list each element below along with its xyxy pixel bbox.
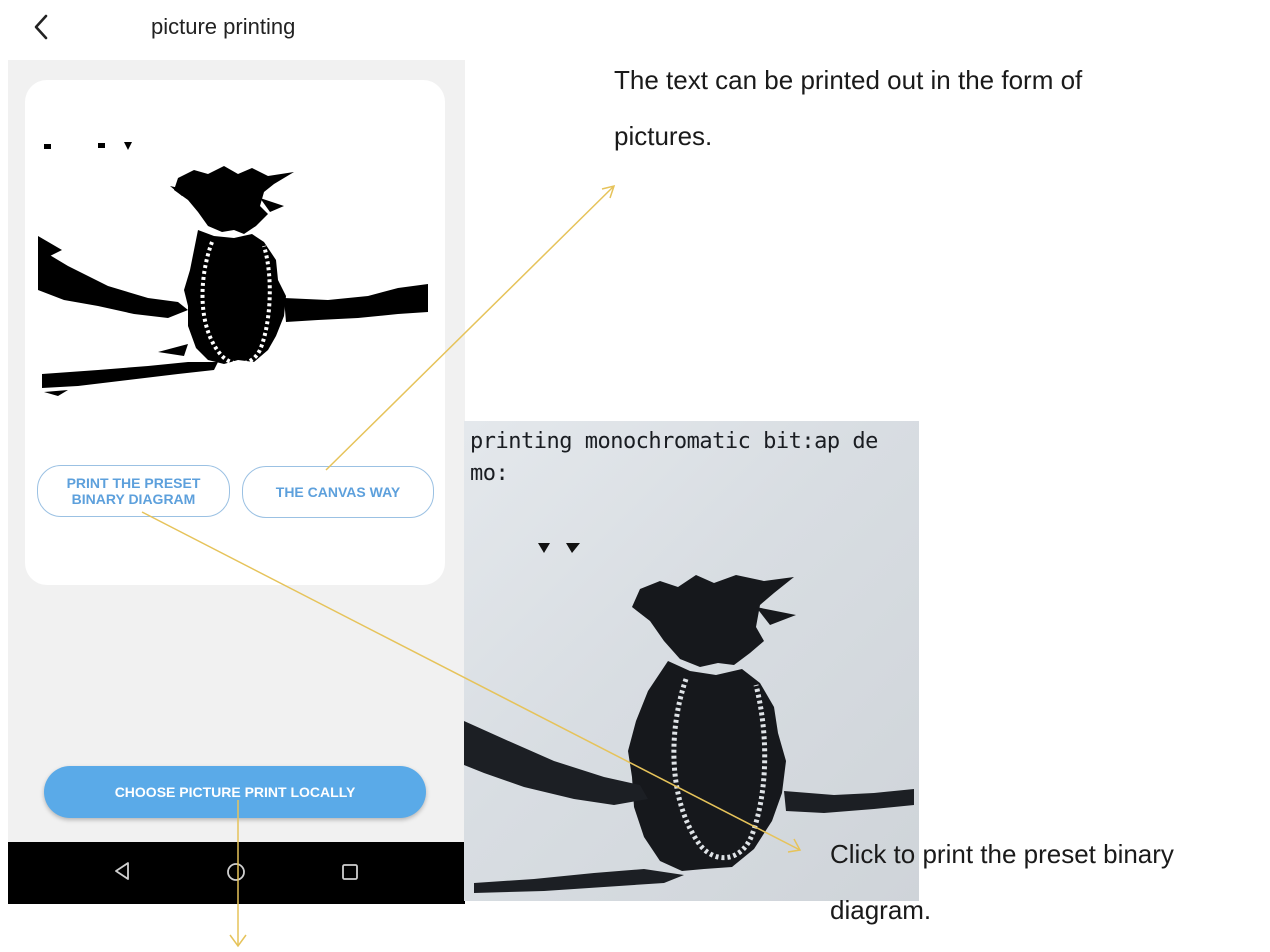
preset-arrow xyxy=(141,511,801,851)
canvas-arrow xyxy=(325,185,615,471)
annotation-arrows xyxy=(141,184,802,948)
